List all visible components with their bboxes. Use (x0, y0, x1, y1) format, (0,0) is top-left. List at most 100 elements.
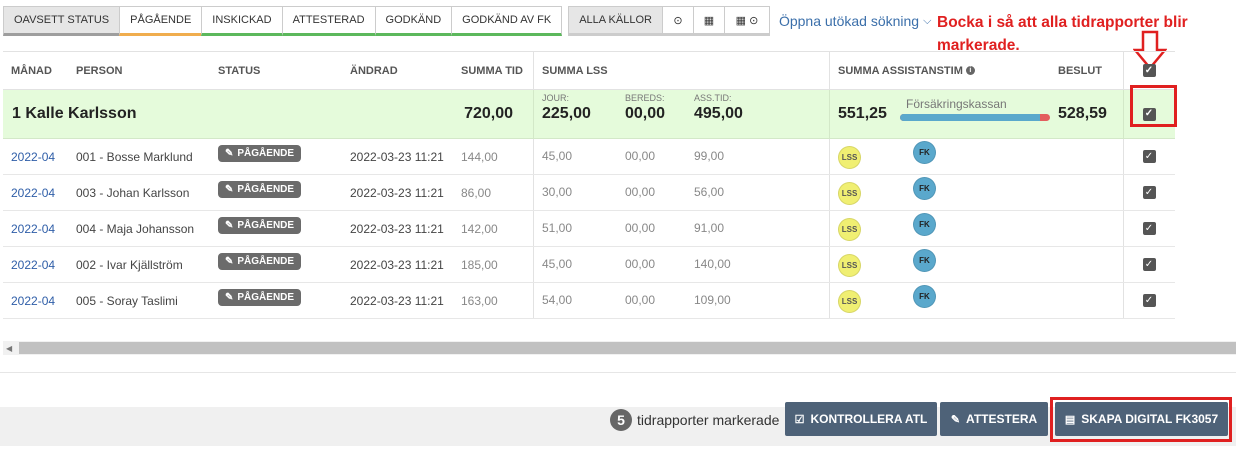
table-row[interactable]: 2022-04 002 - Ivar Kjällström ✎ PÅGÅENDE 202… (3, 247, 1175, 283)
filter-submitted-button[interactable]: INSKICKAD (201, 6, 283, 36)
attest-label: ATTESTERA (966, 412, 1038, 426)
row-checkbox[interactable]: ✓ (1142, 294, 1156, 307)
row-month-link[interactable]: 2022-04 (3, 247, 72, 282)
row-lss: 45,00 00,00 140,00 (533, 247, 829, 282)
row-sum-time: 86,00 (461, 185, 492, 200)
row-person: 001 - Bosse Marklund (76, 149, 193, 164)
filter-ongoing-button[interactable]: PÅGÅENDE (119, 6, 203, 36)
check-atl-button[interactable]: ☑ KONTROLLERA ATL (785, 402, 937, 436)
progress-fill (900, 114, 1040, 121)
status-label: PÅGÅENDE (237, 292, 295, 303)
table-row[interactable]: 2022-04 001 - Bosse Marklund ✎ PÅGÅENDE 2022… (3, 139, 1175, 175)
row-asstid: 99,00 (694, 149, 725, 163)
row-jour: 45,00 (542, 149, 573, 163)
clock-filter-button[interactable]: ⊙ (661, 6, 694, 36)
filter-all-status-button[interactable]: OAVSETT STATUS (3, 6, 121, 36)
highlight-group-checkbox (1130, 85, 1177, 127)
row-bereds: 00,00 (625, 257, 656, 271)
row-asstid: 109,00 (694, 293, 731, 307)
expand-search-label: Öppna utökad sökning (778, 13, 920, 29)
horizontal-scrollbar[interactable]: ◀ (3, 341, 1236, 355)
row-month-link[interactable]: 2022-04 (3, 283, 72, 318)
calendar-icon: ▦ (703, 14, 715, 27)
lss-badge[interactable]: LSS (838, 146, 861, 169)
filter-approved-fk-button[interactable]: GODKÄND AV FK (451, 6, 563, 36)
row-lss: 45,00 00,00 99,00 (533, 139, 829, 174)
select-all-checkbox[interactable]: ✓ (1142, 64, 1156, 77)
fk-badge[interactable]: FK (913, 285, 936, 308)
col-sum-lss[interactable]: SUMMA LSS (533, 52, 829, 89)
row-jour: 51,00 (542, 221, 573, 235)
group-decision: 528,59 (1058, 105, 1107, 122)
calendar-filter-button[interactable]: ▦ (692, 6, 725, 36)
attest-button[interactable]: ✎ ATTESTERA (940, 402, 1048, 436)
group-row: 1 Kalle Karlsson 720,00 JOUR: 225,00 BER… (3, 90, 1175, 139)
pencil-icon: ✎ (225, 148, 234, 159)
lss-badge[interactable]: LSS (838, 254, 861, 277)
lss-badge[interactable]: LSS (838, 182, 861, 205)
bereds-label: BEREDS: (625, 93, 665, 103)
table-row[interactable]: 2022-04 005 - Soray Taslimi ✎ PÅGÅENDE 2022-… (3, 283, 1175, 319)
table-row[interactable]: 2022-04 004 - Maja Johansson ✎ PÅGÅENDE 2022… (3, 211, 1175, 247)
row-person: 005 - Soray Taslimi (76, 293, 178, 308)
row-changed: 2022-03-23 11:21 (350, 293, 444, 308)
row-decision (1054, 283, 1123, 318)
col-status[interactable]: STATUS (214, 52, 346, 89)
row-checkbox[interactable]: ✓ (1142, 258, 1156, 271)
row-sum-time: 144,00 (461, 149, 498, 164)
col-person[interactable]: PERSON (72, 52, 214, 89)
filter-attested-button[interactable]: ATTESTERAD (281, 6, 376, 36)
row-status: ✎ PÅGÅENDE (214, 211, 346, 246)
row-month-link[interactable]: 2022-04 (3, 175, 72, 210)
progress-bar (900, 114, 1050, 121)
row-asstid: 56,00 (694, 185, 725, 199)
filter-all-sources-button[interactable]: ALLA KÄLLOR (568, 6, 663, 36)
fk-badge[interactable]: FK (913, 249, 936, 272)
row-checkbox[interactable]: ✓ (1142, 186, 1156, 199)
row-month-link[interactable]: 2022-04 (3, 139, 72, 174)
bereds-value: 00,00 (625, 105, 666, 122)
info-icon[interactable]: i (965, 66, 975, 75)
row-check-cell: ✓ (1123, 139, 1174, 174)
fk-badge[interactable]: FK (913, 213, 936, 236)
filter-approved-button[interactable]: GODKÄND (374, 6, 453, 36)
lss-badge[interactable]: LSS (838, 290, 861, 313)
scrollbar-thumb[interactable] (19, 342, 1236, 354)
calendar-clock-filter-button[interactable]: ▦ ⊙ (723, 6, 770, 36)
row-checkbox[interactable]: ✓ (1142, 222, 1156, 235)
status-badge: ✎ PÅGÅENDE (218, 181, 302, 198)
status-badge: ✎ PÅGÅENDE (218, 217, 302, 234)
col-sum-assist[interactable]: SUMMA ASSISTANSTIM i (829, 52, 1054, 89)
fk-badge[interactable]: FK (913, 177, 936, 200)
col-changed[interactable]: ÄNDRAD (346, 52, 457, 89)
insurer-label: Försäkringskassan (906, 97, 1007, 111)
table-row[interactable]: 2022-04 003 - Johan Karlsson ✎ PÅGÅENDE 2022… (3, 175, 1175, 211)
row-person: 002 - Ivar Kjällström (76, 257, 183, 272)
col-month[interactable]: MÅNAD (3, 52, 72, 89)
col-decision[interactable]: BESLUT (1054, 52, 1123, 89)
lss-badge[interactable]: LSS (838, 218, 861, 241)
row-checkbox[interactable]: ✓ (1142, 150, 1156, 163)
col-sum-assist-label: SUMMA ASSISTANSTIM (838, 64, 963, 77)
row-bereds: 00,00 (625, 221, 656, 235)
status-badge: ✎ PÅGÅENDE (218, 145, 302, 162)
status-badge: ✎ PÅGÅENDE (218, 253, 302, 270)
table-header: MÅNAD PERSON STATUS ÄNDRAD SUMMA TID SUM… (3, 51, 1175, 90)
status-filter-bar: OAVSETT STATUS PÅGÅENDE INSKICKAD ATTEST… (3, 6, 931, 36)
row-month-link[interactable]: 2022-04 (3, 211, 72, 246)
divider (0, 372, 1236, 373)
row-person: 003 - Johan Karlsson (76, 185, 190, 200)
pencil-icon: ✎ (225, 256, 234, 267)
row-check-cell: ✓ (1123, 247, 1174, 282)
scroll-left-icon[interactable]: ◀ (6, 344, 12, 353)
row-status: ✎ PÅGÅENDE (214, 175, 346, 210)
row-person: 004 - Maja Johansson (76, 221, 195, 236)
group-sum-time: 720,00 (464, 105, 513, 122)
col-sum-time[interactable]: SUMMA TID (457, 52, 533, 89)
jour-label: JOUR: (542, 93, 569, 103)
chevron-down-icon: ⌵ (923, 14, 932, 27)
selected-count-badge: 5 (610, 409, 632, 431)
fk-badge[interactable]: FK (913, 141, 936, 164)
col-select-all: ✓ (1123, 52, 1174, 89)
expand-search-link[interactable]: Öppna utökad sökning ⌵ (779, 6, 931, 36)
